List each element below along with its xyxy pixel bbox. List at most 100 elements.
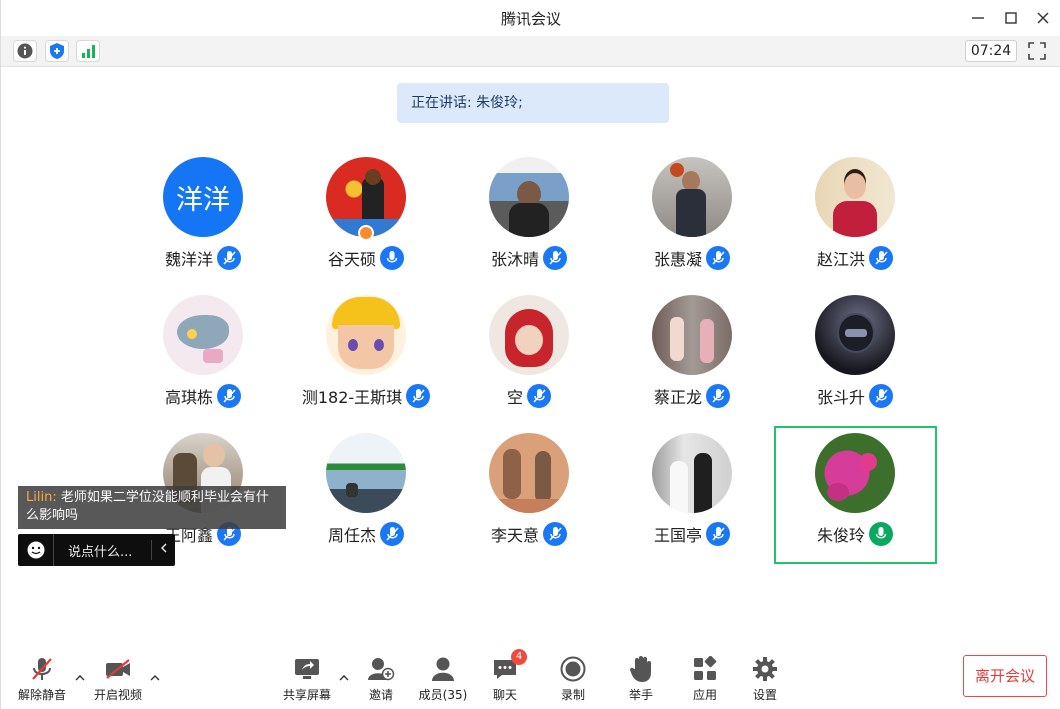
mic-muted-icon — [706, 384, 730, 408]
record-icon — [558, 654, 588, 684]
participant-tile[interactable]: 赵江洪 — [773, 157, 937, 293]
gear-icon — [750, 654, 780, 684]
chat-popup-message[interactable]: Lilin: 老师如果二学位没能顺利毕业会有什么影响吗 — [18, 486, 286, 529]
avatar — [489, 295, 569, 375]
participant-tile[interactable]: 张沐晴 — [447, 157, 611, 293]
participant-tile[interactable]: 空 — [447, 295, 611, 431]
host-badge-icon — [358, 225, 374, 241]
maximize-button[interactable] — [1000, 8, 1022, 28]
video-options-button[interactable] — [148, 670, 162, 684]
participant-name: 测182-王斯琪 — [301, 388, 403, 407]
network-status-button[interactable] — [76, 40, 100, 62]
avatar — [326, 295, 406, 375]
avatar-initials: 洋洋 — [176, 184, 230, 216]
avatar: 洋洋 — [163, 157, 243, 237]
share-screen-button[interactable]: 共享屏幕 — [280, 654, 334, 704]
start-video-label: 开启视频 — [93, 688, 142, 702]
minimize-icon — [972, 17, 984, 19]
participant-tile-active-speaker[interactable]: 朱俊玲 — [773, 433, 937, 569]
record-label: 录制 — [560, 688, 585, 702]
participant-name: 高琪栋 — [164, 388, 213, 407]
mic-muted-icon — [543, 246, 567, 270]
participant-tile[interactable]: 洋洋 魏洋洋 — [121, 157, 285, 293]
participant-tile[interactable]: 张惠凝 — [610, 157, 774, 293]
avatar — [326, 433, 406, 513]
members-label: 成员(35) — [418, 688, 468, 702]
invite-label: 邀请 — [368, 688, 393, 702]
minimize-button[interactable] — [967, 8, 989, 28]
chat-input-placeholder[interactable]: 说点什么... — [54, 541, 151, 560]
share-screen-icon — [292, 654, 322, 684]
members-icon — [428, 654, 458, 684]
avatar — [489, 157, 569, 237]
meeting-window: 腾讯会议 07:24 正在讲话: 朱俊玲; 洋洋 魏洋洋 谷天硕 张沐晴 张惠凝… — [0, 0, 1060, 709]
settings-button[interactable]: 设置 — [747, 654, 783, 704]
chat-label: 聊天 — [492, 688, 517, 702]
chat-sender: Lilin: — [26, 490, 57, 505]
mic-muted-icon — [217, 246, 241, 270]
share-screen-label: 共享屏幕 — [282, 688, 331, 702]
close-window-button[interactable] — [1032, 8, 1054, 28]
close-icon — [1037, 12, 1049, 24]
avatar — [163, 295, 243, 375]
collapse-chat-button[interactable] — [151, 540, 175, 560]
apps-label: 应用 — [692, 688, 717, 702]
signal-bars-icon — [82, 45, 95, 58]
mic-muted-icon — [543, 522, 567, 546]
emoji-icon — [27, 541, 44, 559]
avatar — [652, 433, 732, 513]
record-button[interactable]: 录制 — [555, 654, 591, 704]
chat-unread-badge: 4 — [511, 649, 527, 665]
participant-tile[interactable]: 测182-王斯琪 — [284, 295, 448, 431]
fullscreen-icon — [1028, 42, 1046, 60]
unmute-button[interactable]: 解除静音 — [15, 654, 69, 704]
mic-muted-icon — [406, 384, 431, 408]
mic-muted-icon — [869, 246, 893, 270]
avatar — [815, 295, 895, 375]
start-video-button[interactable]: 开启视频 — [89, 654, 147, 704]
chat-button[interactable]: 4 聊天 — [487, 649, 527, 704]
participant-tile[interactable]: 高琪栋 — [121, 295, 285, 431]
participant-name: 张惠凝 — [653, 250, 702, 269]
chat-message-text: 老师如果二学位没能顺利毕业会有什么影响吗 — [26, 490, 269, 523]
avatar — [652, 295, 732, 375]
invite-button[interactable]: 邀请 — [359, 654, 403, 704]
security-button[interactable] — [45, 40, 69, 62]
avatar — [815, 433, 895, 513]
share-options-button[interactable] — [337, 670, 351, 684]
participant-tile[interactable]: 周任杰 — [284, 433, 448, 569]
quick-chat-input[interactable]: 说点什么... — [18, 534, 175, 566]
apps-button[interactable]: 应用 — [687, 654, 723, 704]
emoji-button[interactable] — [18, 534, 54, 566]
fullscreen-button[interactable] — [1027, 41, 1049, 61]
audio-options-button[interactable] — [73, 670, 87, 684]
mic-speaking-icon — [869, 522, 893, 546]
apps-grid-icon — [690, 654, 720, 684]
avatar — [815, 157, 895, 237]
participant-tile[interactable]: 谷天硕 — [284, 157, 448, 293]
chevron-up-icon — [75, 674, 85, 680]
avatar — [489, 433, 569, 513]
mic-off-icon — [27, 654, 57, 684]
meeting-timer: 07:24 — [965, 40, 1017, 62]
chevron-up-icon — [339, 674, 349, 680]
leave-meeting-button[interactable]: 离开会议 — [963, 655, 1047, 697]
participant-tile[interactable]: 张斗升 — [773, 295, 937, 431]
mic-muted-icon — [869, 384, 893, 408]
shield-icon — [50, 43, 64, 59]
avatar — [652, 157, 732, 237]
members-button[interactable]: 成员(35) — [415, 654, 471, 704]
meeting-info-button[interactable] — [13, 40, 37, 62]
participant-tile[interactable]: 蔡正龙 — [610, 295, 774, 431]
video-off-icon — [103, 654, 133, 684]
mic-muted-icon — [706, 522, 730, 546]
raise-hand-icon — [626, 654, 656, 684]
participant-name: 王国亭 — [653, 526, 702, 545]
raise-hand-button[interactable]: 举手 — [623, 654, 659, 704]
participant-tile[interactable]: 王国亭 — [610, 433, 774, 569]
participant-tile[interactable]: 李天意 — [447, 433, 611, 569]
mic-muted-icon — [217, 384, 241, 408]
status-bar: 07:24 — [1, 36, 1060, 67]
mic-on-icon — [380, 246, 404, 270]
participant-name: 朱俊玲 — [816, 526, 865, 545]
